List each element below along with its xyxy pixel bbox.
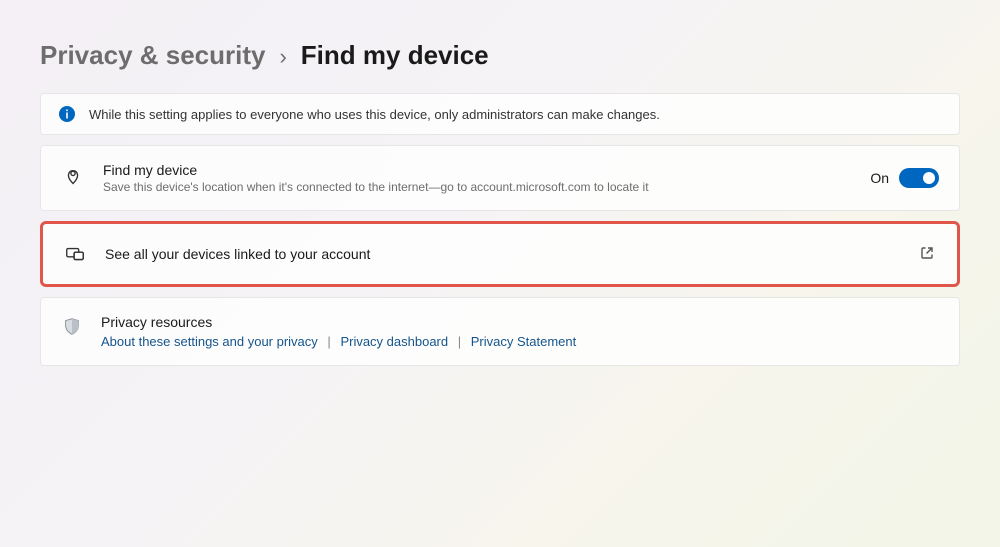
separator: |: [458, 334, 461, 349]
link-label: See all your devices linked to your acco…: [105, 246, 901, 262]
person-location-icon: [61, 166, 85, 190]
external-link-icon: [919, 245, 937, 263]
setting-body: Find my device Save this device's locati…: [103, 162, 852, 194]
find-my-device-toggle[interactable]: [899, 168, 939, 188]
breadcrumb-parent[interactable]: Privacy & security: [40, 40, 265, 71]
toggle-group: On: [870, 168, 939, 188]
info-text: While this setting applies to everyone w…: [89, 107, 660, 122]
setting-description: Save this device's location when it's co…: [103, 180, 852, 194]
link-privacy-dashboard[interactable]: Privacy dashboard: [340, 334, 448, 349]
shield-icon: [61, 316, 83, 338]
toggle-label: On: [870, 170, 889, 186]
link-privacy-statement[interactable]: Privacy Statement: [471, 334, 577, 349]
devices-icon: [63, 242, 87, 266]
see-all-devices-link[interactable]: See all your devices linked to your acco…: [40, 221, 960, 287]
separator: |: [327, 334, 330, 349]
page-title: Find my device: [301, 40, 489, 71]
find-my-device-setting: Find my device Save this device's locati…: [40, 145, 960, 211]
link-about-settings[interactable]: About these settings and your privacy: [101, 334, 318, 349]
info-banner: While this setting applies to everyone w…: [40, 93, 960, 135]
resources-title: Privacy resources: [101, 314, 939, 330]
resources-links: About these settings and your privacy | …: [101, 334, 939, 349]
setting-title: Find my device: [103, 162, 852, 178]
chevron-right-icon: ›: [279, 44, 286, 70]
info-icon: [59, 106, 75, 122]
breadcrumb: Privacy & security › Find my device: [40, 40, 960, 71]
privacy-resources: Privacy resources About these settings a…: [40, 297, 960, 366]
